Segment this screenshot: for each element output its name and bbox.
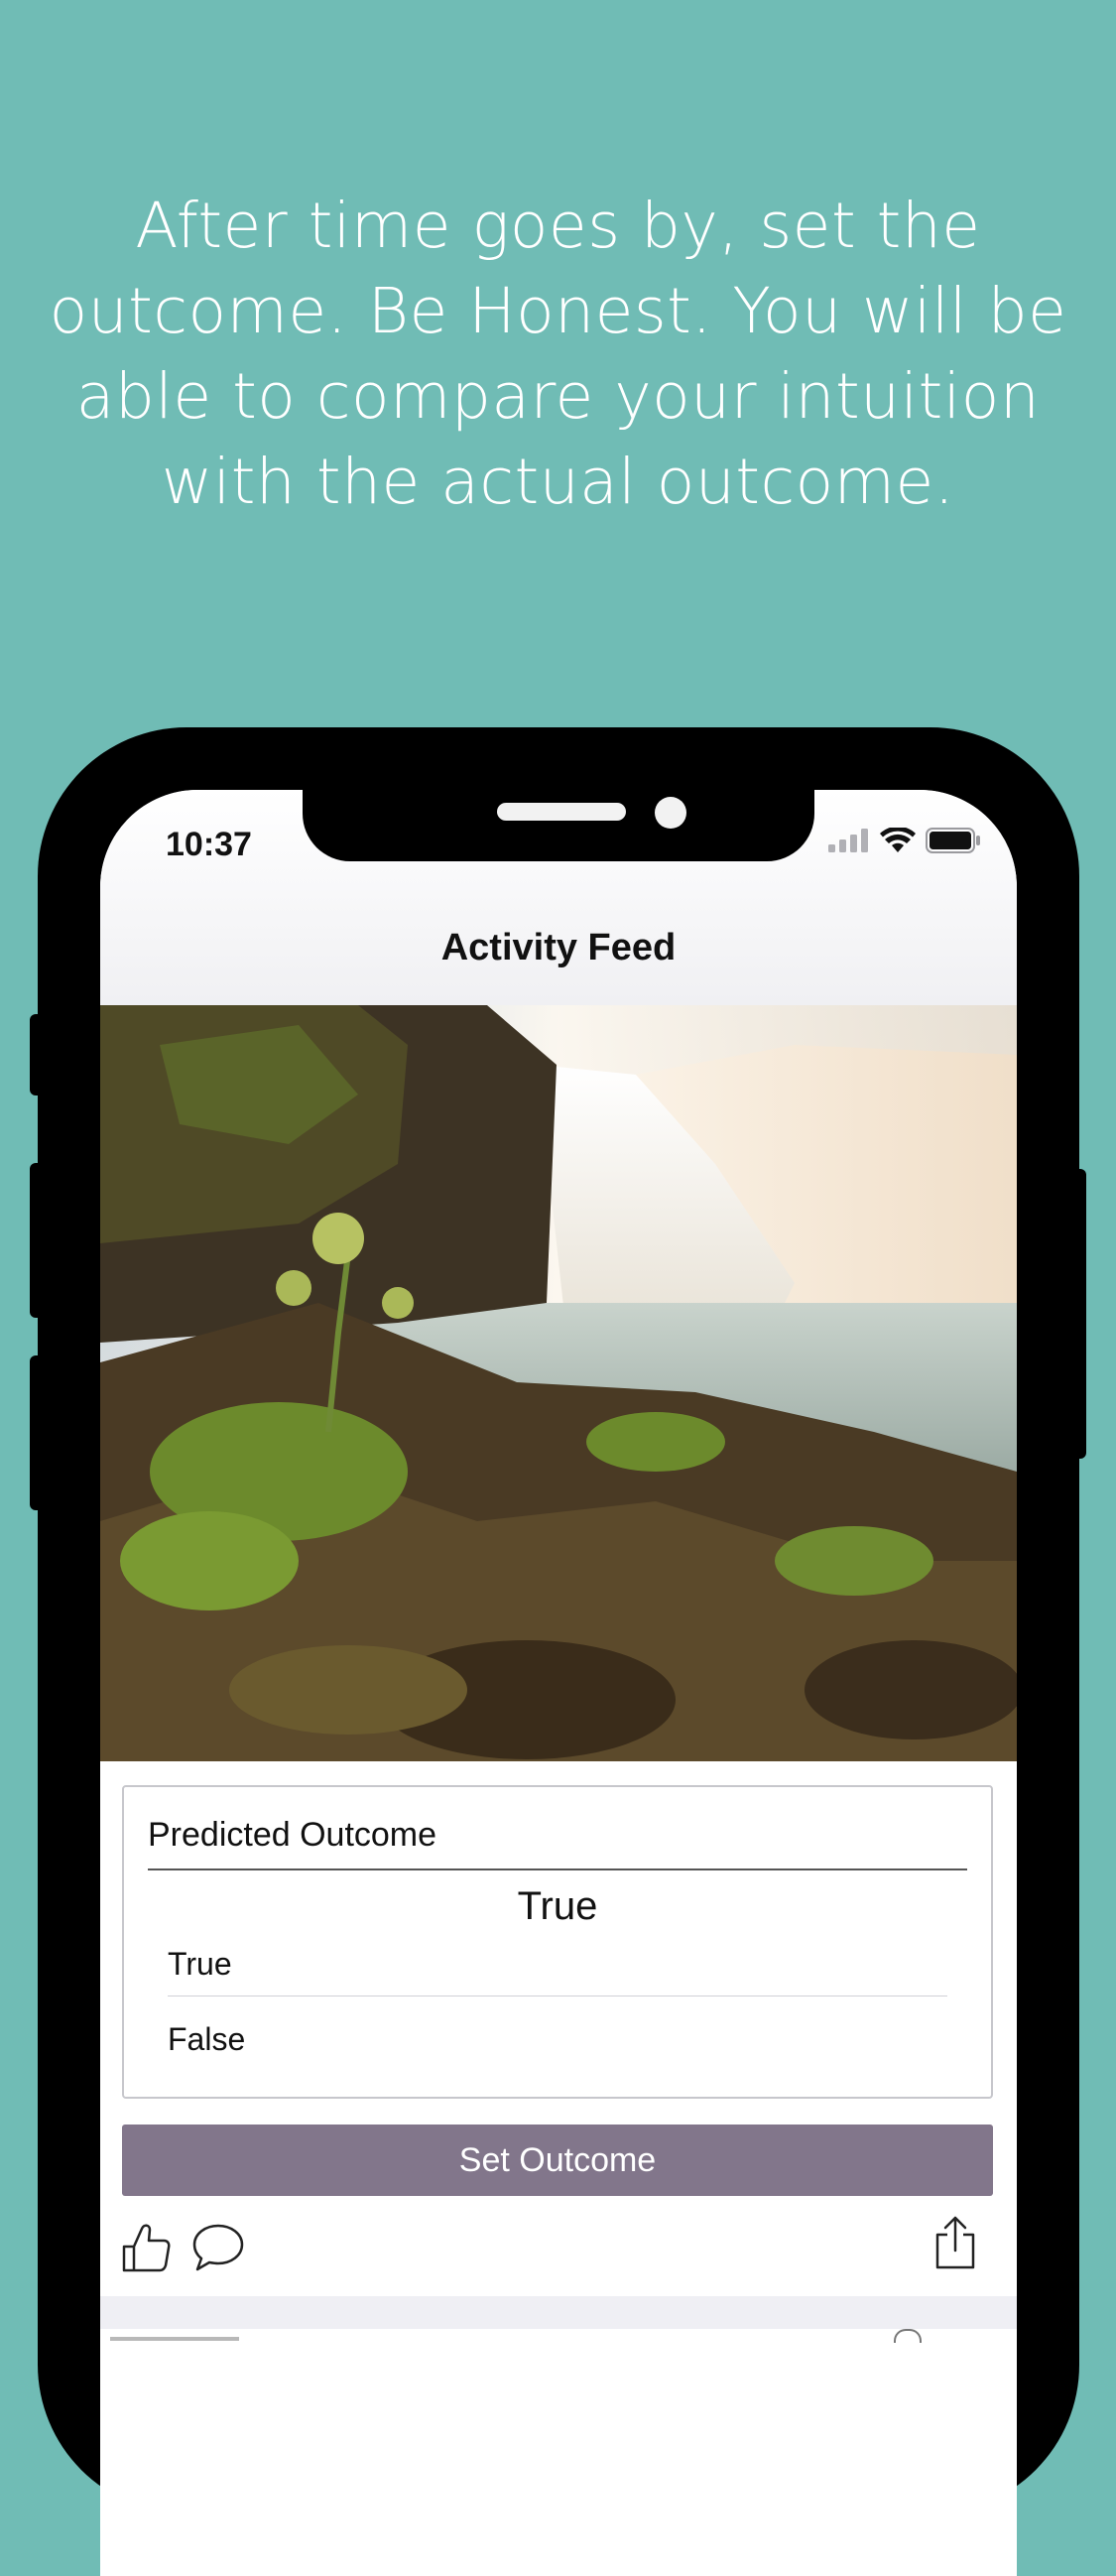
picker-selected-value: True — [517, 1884, 598, 1928]
cell-signal-icon — [828, 829, 868, 852]
prediction-card: Predicted Outcome True True False — [122, 1785, 993, 2099]
prediction-label: Predicted Outcome — [148, 1816, 437, 1854]
thumbs-up-icon[interactable] — [120, 2221, 172, 2274]
divider — [148, 1868, 967, 1870]
post-image — [100, 1005, 1017, 1761]
share-icon[interactable] — [933, 2215, 977, 2270]
speech-bubble-icon[interactable] — [191, 2223, 245, 2272]
phone-notch — [303, 790, 814, 861]
next-card-avatar-edge — [894, 2329, 922, 2343]
phone-frame: Activity Feed 10:37 Predicted Outcome Tr… — [38, 727, 1079, 2576]
set-outcome-button[interactable]: Set Outcome — [122, 2125, 993, 2196]
front-camera — [655, 797, 686, 829]
battery-icon — [926, 828, 980, 853]
status-time: 10:37 — [166, 826, 252, 863]
promo-headline: After time goes by, set the outcome. Be … — [49, 190, 1067, 518]
nav-title: Activity Feed — [440, 927, 677, 968]
speaker-grille — [497, 803, 626, 821]
status-icons — [828, 828, 981, 853]
phone-screen: Activity Feed 10:37 Predicted Outcome Tr… — [100, 790, 1017, 2576]
next-feed-card — [100, 2329, 1017, 2576]
picker-option-true[interactable]: True — [168, 1946, 232, 1983]
post-actions — [100, 2209, 1017, 2288]
picker-option-false[interactable]: False — [168, 2021, 245, 2058]
wifi-icon — [880, 828, 916, 852]
next-card-thumbnail-edge — [110, 2337, 239, 2341]
